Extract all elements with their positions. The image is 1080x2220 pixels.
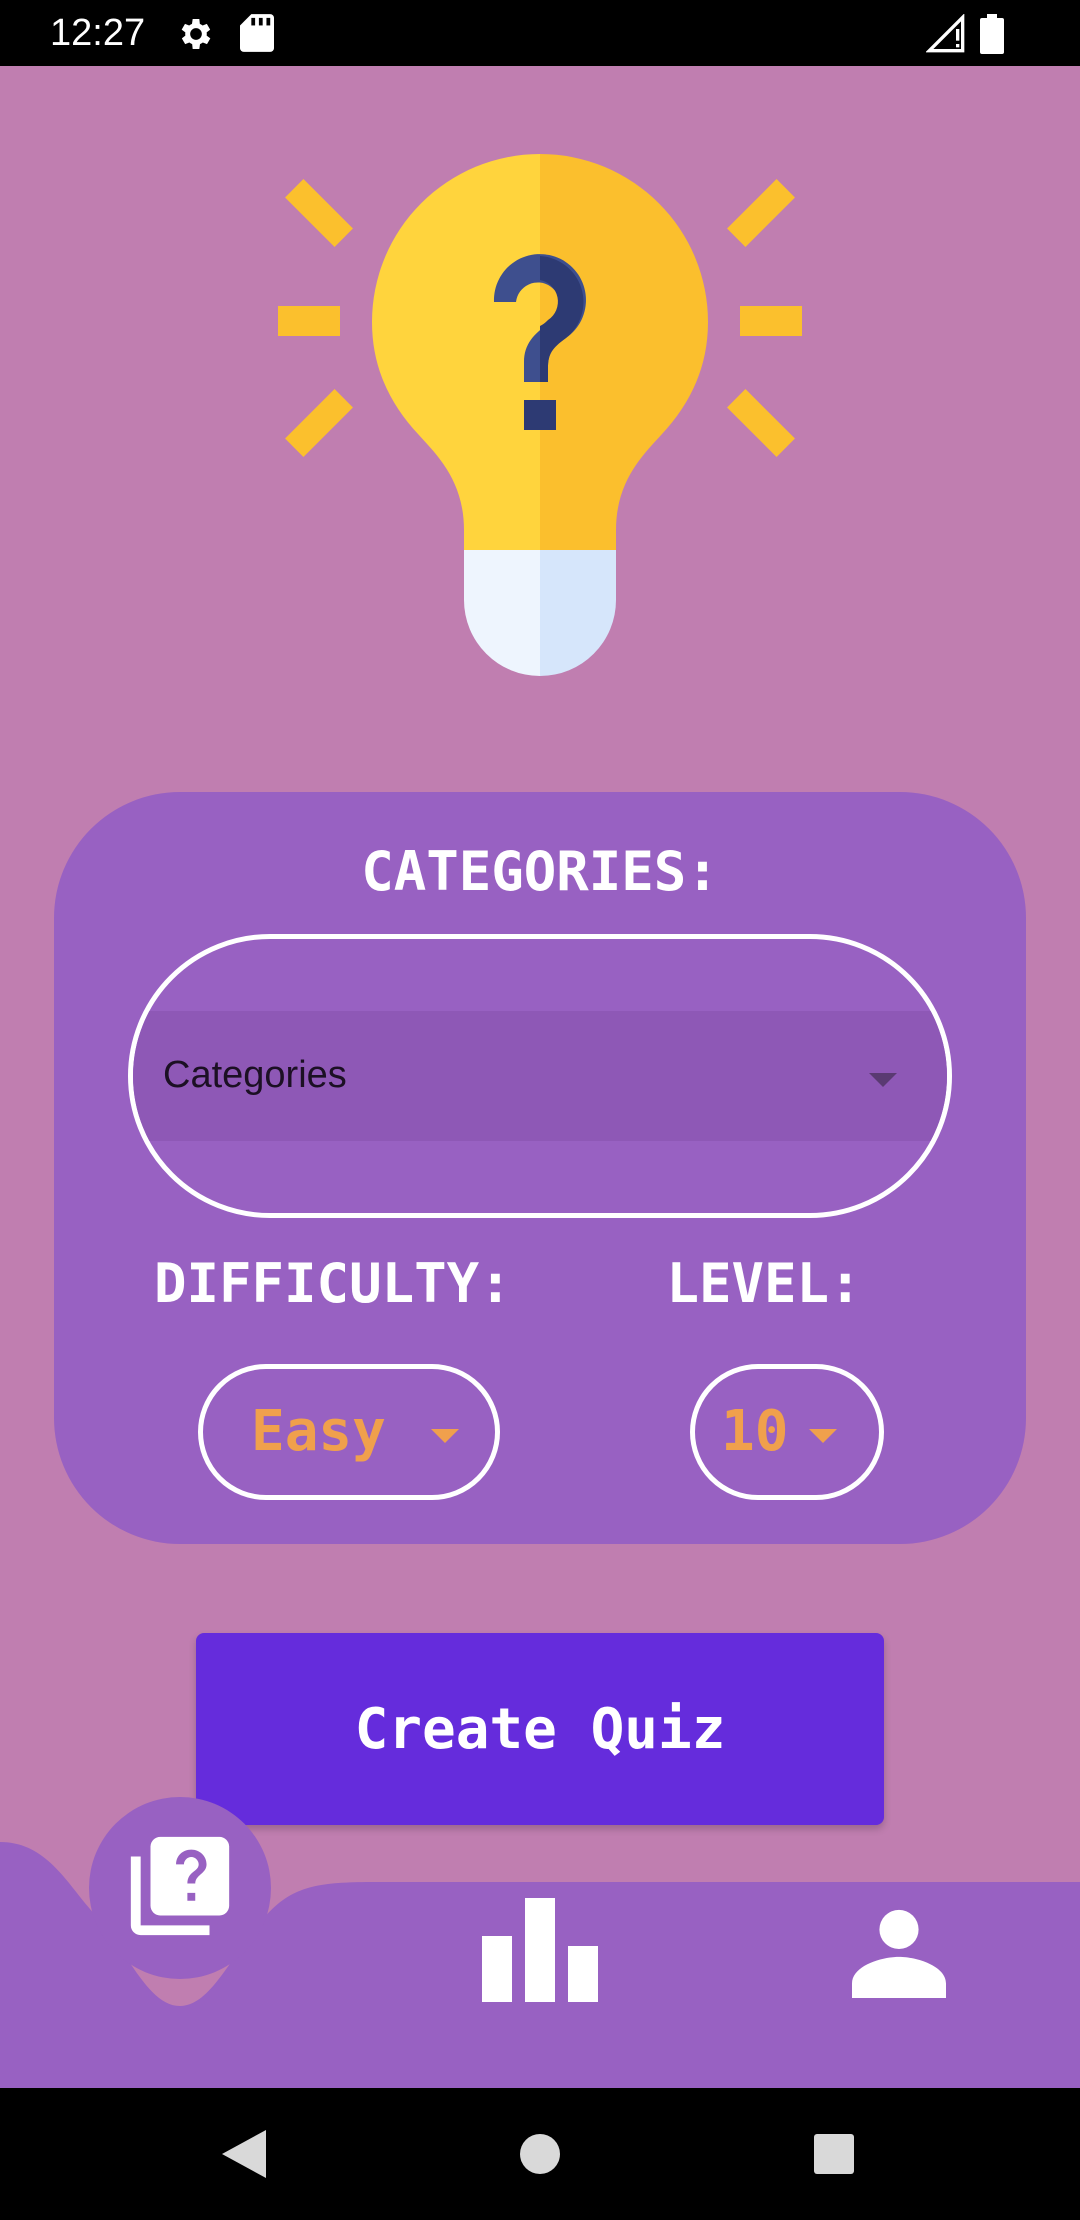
chevron-down-icon [431,1429,459,1443]
categories-selected-value: Categories [163,1054,347,1096]
nav-item-quiz[interactable] [89,1797,271,1979]
chevron-down-icon [809,1429,837,1443]
difficulty-heading: DIFFICULTY: [154,1252,512,1315]
signal-icon [926,14,965,53]
lightbulb-question-icon [278,154,802,676]
gear-icon [181,19,211,49]
level-dropdown[interactable]: 10 [690,1364,884,1500]
level-heading: LEVEL: [666,1252,862,1315]
bottom-navigation [0,1780,1080,2088]
back-icon[interactable] [222,2130,266,2178]
sd-card-icon [240,14,274,52]
battery-icon [980,14,1004,54]
categories-heading: CATEGORIES: [361,840,719,903]
home-icon[interactable] [520,2134,560,2174]
person-icon[interactable] [852,1904,946,1998]
status-time: 12:27 [50,12,146,54]
quiz-settings-card: CATEGORIES: Categories DIFFICULTY: LEVEL… [54,792,1026,1544]
difficulty-selected-value: Easy [251,1399,386,1464]
categories-dropdown[interactable]: Categories [128,934,952,1218]
categories-dropdown-field[interactable]: Categories [133,1011,947,1141]
recents-icon[interactable] [814,2134,854,2174]
bar-chart-icon[interactable] [482,1898,598,2002]
quiz-cards-icon [130,1836,230,1936]
status-bar: 12:27 [0,0,1080,66]
difficulty-dropdown[interactable]: Easy [198,1364,500,1500]
system-navigation-bar [0,2088,1080,2220]
level-selected-value: 10 [721,1399,789,1464]
chevron-down-icon [869,1073,897,1087]
